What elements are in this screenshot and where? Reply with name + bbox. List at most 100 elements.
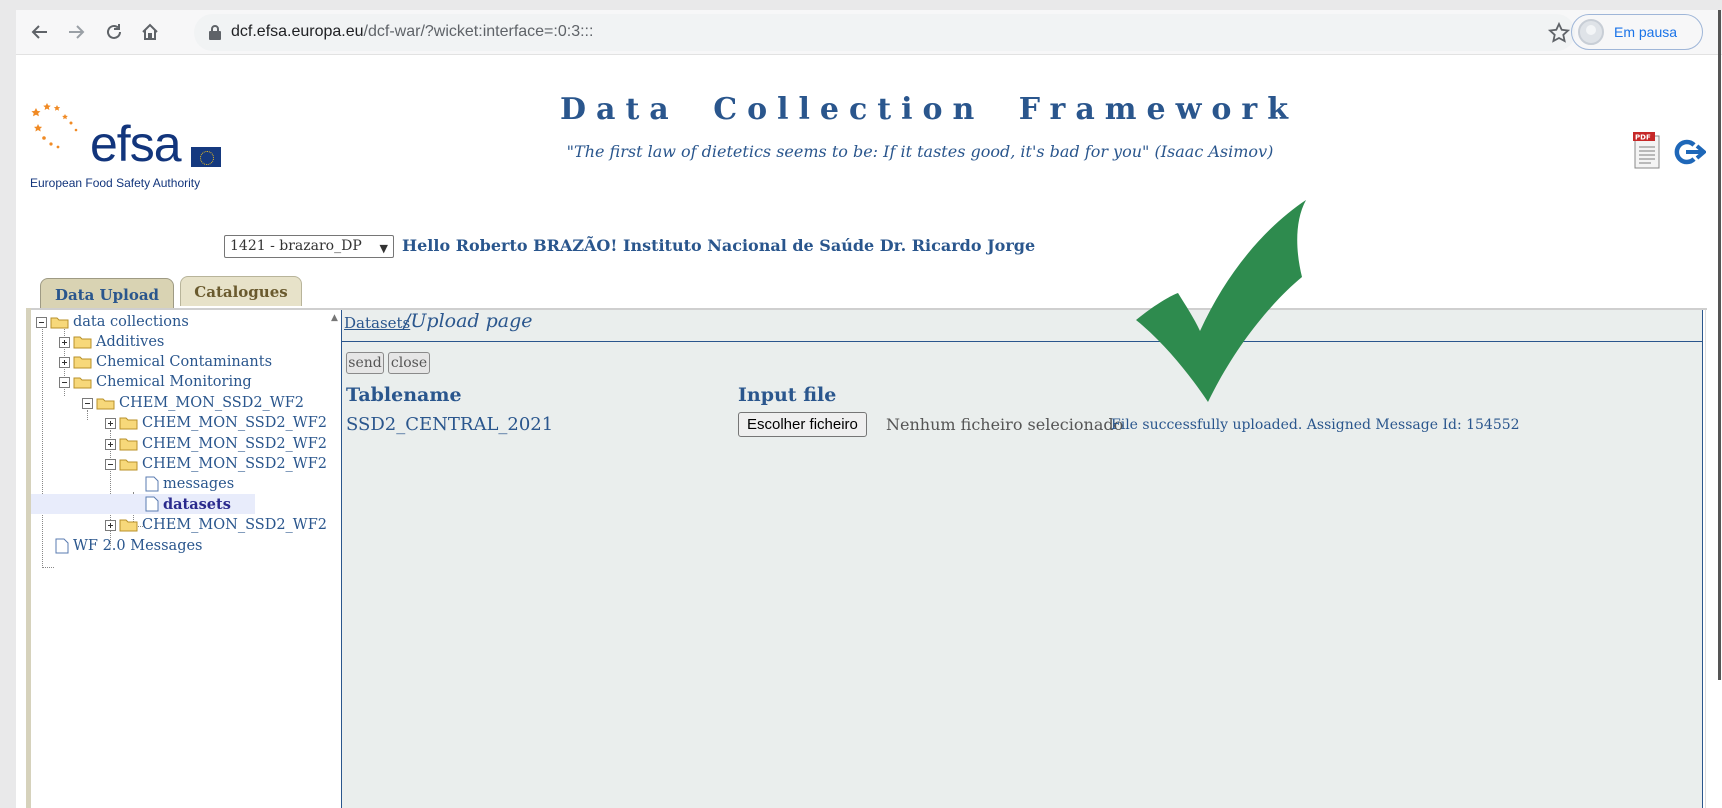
tree-node-additives[interactable]: Additives <box>59 332 164 352</box>
tree-node-label: Additives <box>96 334 165 350</box>
tree-node-chem-mon-child-4[interactable]: CHEM_MON_SSD2_WF2 <box>105 515 327 535</box>
close-button-label: close <box>390 355 428 371</box>
pdf-icon[interactable]: PDF <box>1633 132 1663 170</box>
tree-connector <box>42 322 43 568</box>
folder-icon <box>119 519 138 532</box>
collapse-icon[interactable] <box>105 458 116 470</box>
document-icon <box>145 476 159 492</box>
tree-node-chemical-contaminants[interactable]: Chemical Contaminants <box>59 352 272 372</box>
tree-panel[interactable]: data collections Additives Chemical Cont… <box>31 310 341 808</box>
tree-node-messages[interactable]: messages <box>145 474 234 494</box>
dataset-tree: data collections Additives Chemical Cont… <box>31 310 341 610</box>
window-frame-top <box>0 0 1722 10</box>
tab-catalogues[interactable]: Catalogues <box>180 276 302 306</box>
folder-open-icon <box>119 459 138 471</box>
send-button[interactable]: send <box>346 352 384 374</box>
collapse-icon[interactable] <box>82 397 93 409</box>
folder-open-icon <box>50 317 69 329</box>
send-button-label: send <box>348 355 382 371</box>
tree-node-label: data collections <box>73 314 189 330</box>
tablename-value: SSD2_CENTRAL_2021 <box>346 414 554 435</box>
folder-icon <box>119 438 138 451</box>
document-icon <box>55 538 69 554</box>
expand-icon[interactable] <box>105 438 116 450</box>
svg-text:PDF: PDF <box>1635 134 1651 142</box>
home-icon[interactable] <box>136 18 164 46</box>
tab-catalogues-label: Catalogues <box>194 282 288 301</box>
collapse-icon[interactable] <box>36 316 47 328</box>
upload-panel: Datasets /Upload page send close Tablena… <box>341 310 1703 808</box>
page-title: Data Collection Framework <box>560 92 1299 127</box>
logo-tagline: European Food Safety Authority <box>30 176 201 190</box>
tree-connector <box>42 567 54 568</box>
tree-node-label: CHEM_MON_SSD2_WF2 <box>142 436 327 452</box>
expand-icon[interactable] <box>105 417 116 429</box>
close-button[interactable]: close <box>388 352 430 374</box>
url-text[interactable]: dcf.efsa.europa.eu/dcf-war/?wicket:inter… <box>231 23 593 41</box>
tree-node-label: Chemical Contaminants <box>96 354 273 370</box>
back-icon[interactable] <box>26 18 54 46</box>
expand-icon[interactable] <box>59 356 70 368</box>
eu-flag-icon <box>191 147 221 167</box>
folder-icon <box>73 356 92 369</box>
url-path: /dcf-war/?wicket:interface=:0:3::: <box>363 23 594 40</box>
browser-toolbar: dcf.efsa.europa.eu/dcf-war/?wicket:inter… <box>16 10 1722 55</box>
folder-open-icon <box>73 377 92 389</box>
account-select-value: 1421 - brazaro_DP <box>230 238 362 254</box>
tree-node-chemical-monitoring[interactable]: Chemical Monitoring <box>59 372 252 392</box>
reload-icon[interactable] <box>100 18 128 46</box>
tree-node-chem-mon-child-1[interactable]: CHEM_MON_SSD2_WF2 <box>105 413 327 433</box>
page-scrollbar[interactable] <box>1718 10 1721 680</box>
url-host: dcf.efsa.europa.eu <box>231 23 364 40</box>
tab-data-upload[interactable]: Data Upload <box>40 278 174 310</box>
folder-icon <box>73 336 92 349</box>
avatar <box>1578 19 1604 45</box>
logout-icon[interactable] <box>1672 137 1706 167</box>
tree-node-label: messages <box>163 476 235 492</box>
column-header-input-file: Input file <box>738 384 837 406</box>
tree-node-label: WF 2.0 Messages <box>73 538 203 554</box>
breadcrumb-datasets-link[interactable]: Datasets <box>344 314 410 332</box>
tree-node-data-collections[interactable]: data collections <box>36 312 189 332</box>
window-frame-left <box>0 0 16 808</box>
scroll-up-icon[interactable]: ▲ <box>331 313 338 323</box>
choose-file-button[interactable]: Escolher ficheiro <box>738 412 867 437</box>
tree-node-chem-mon-child-3[interactable]: CHEM_MON_SSD2_WF2 <box>105 454 327 474</box>
tree-node-label: CHEM_MON_SSD2_WF2 <box>142 517 327 533</box>
chevron-down-icon: ▼ <box>379 242 388 255</box>
lock-icon[interactable] <box>208 25 222 40</box>
efsa-logo: efsa European Food Safety Authority <box>30 100 230 192</box>
breadcrumb: Datasets /Upload page <box>342 310 1702 342</box>
checkmark-icon <box>1136 200 1306 402</box>
tree-node-chem-mon-child-2[interactable]: CHEM_MON_SSD2_WF2 <box>105 434 327 454</box>
greeting-text: Hello Roberto BRAZÃO! Instituto Nacional… <box>402 236 1036 255</box>
profile-label: Em pausa <box>1614 24 1678 40</box>
tree-node-label: CHEM_MON_SSD2_WF2 <box>119 395 304 411</box>
tree-node-label: CHEM_MON_SSD2_WF2 <box>142 415 327 431</box>
forward-icon[interactable] <box>62 18 90 46</box>
tree-node-label: Chemical Monitoring <box>96 374 252 390</box>
tab-data-upload-label: Data Upload <box>54 285 160 304</box>
column-header-tablename: Tablename <box>346 384 462 406</box>
tree-node-label: datasets <box>163 495 231 513</box>
address-bar[interactable]: dcf.efsa.europa.eu/dcf-war/?wicket:inter… <box>194 14 1575 51</box>
expand-icon[interactable] <box>105 519 116 531</box>
star-icon[interactable] <box>1547 21 1571 45</box>
folder-open-icon <box>96 398 115 410</box>
logo-wordmark: efsa <box>90 116 182 172</box>
folder-icon <box>119 417 138 430</box>
account-select[interactable]: 1421 - brazaro_DP ▼ <box>224 235 394 258</box>
tree-node-datasets[interactable]: datasets <box>31 494 255 514</box>
tree-node-chem-mon-wf2[interactable]: CHEM_MON_SSD2_WF2 <box>82 393 304 413</box>
profile-button[interactable]: Em pausa <box>1571 14 1703 50</box>
collapse-icon[interactable] <box>59 376 70 388</box>
file-status: Nenhum ficheiro selecionado <box>886 415 1124 434</box>
breadcrumb-current: /Upload page <box>404 310 533 332</box>
page-quote: "The first law of dietetics seems to be:… <box>566 142 1274 161</box>
document-icon <box>145 496 159 512</box>
expand-icon[interactable] <box>59 336 70 348</box>
tree-node-label: CHEM_MON_SSD2_WF2 <box>142 456 327 472</box>
choose-file-label: Escolher ficheiro <box>747 416 858 433</box>
upload-success-message: File successfully uploaded. Assigned Mes… <box>1111 417 1520 433</box>
tree-node-wf-messages[interactable]: WF 2.0 Messages <box>55 536 203 556</box>
